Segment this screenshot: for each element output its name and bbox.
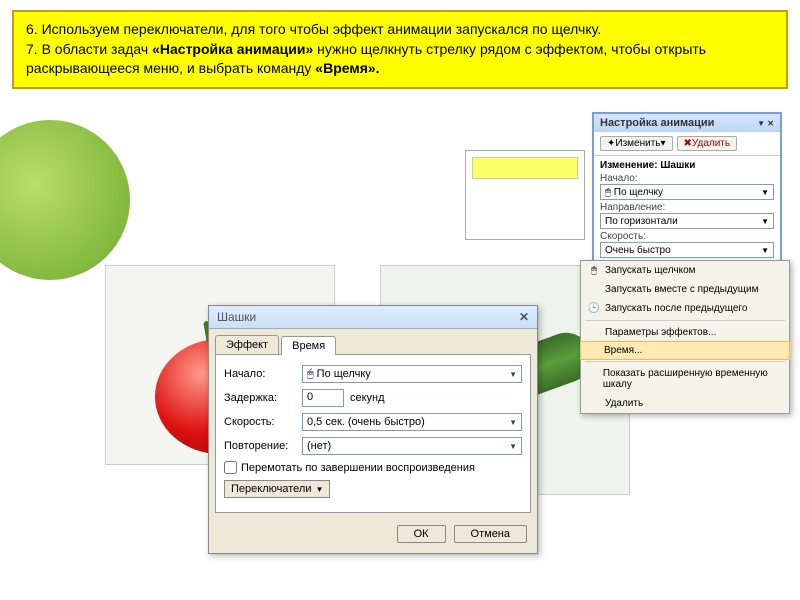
delete-button[interactable]: ✖ Удалить (677, 136, 738, 151)
start-combo[interactable]: 🖱 По щелчку ▼ (302, 365, 522, 383)
thumb-yellow-box (472, 157, 578, 179)
taskpane-title[interactable]: Настройка анимации ▼ ✕ (594, 114, 780, 132)
cabbage-image (0, 120, 130, 280)
tp-dir-label: Направление: (600, 202, 774, 213)
separator (585, 320, 785, 321)
instruction-line-7: 7. В области задач «Настройка анимации» … (26, 40, 774, 79)
tab-effect[interactable]: Эффект (215, 335, 279, 354)
speed-combo[interactable]: 0,5 сек. (очень быстро) ▼ (302, 413, 522, 431)
delay-input[interactable]: 0 (302, 389, 344, 407)
dialog-tabs: Эффект Время (209, 329, 537, 354)
cancel-button[interactable]: Отмена (454, 525, 527, 543)
chevron-down-icon: ▼ (509, 442, 517, 451)
ctx-delete[interactable]: Удалить (581, 394, 789, 413)
tp-start-combo[interactable]: 🖱 По щелчку▼ (600, 184, 774, 200)
ctx-start-with[interactable]: Запускать вместе с предыдущим (581, 280, 789, 299)
tp-speed-label: Скорость: (600, 231, 774, 242)
dialog-title-text: Шашки (217, 310, 256, 324)
rewind-label: Перемотать по завершении воспроизведения (241, 462, 475, 474)
dialog-body: Начало: 🖱 По щелчку ▼ Задержка: 0 секунд… (215, 354, 531, 513)
repeat-combo[interactable]: (нет) ▼ (302, 437, 522, 455)
effect-context-menu: 🖱Запускать щелчком Запускать вместе с пр… (580, 260, 790, 414)
toggles-button[interactable]: Переключатели ▼ (224, 480, 330, 498)
ok-button[interactable]: ОК (397, 525, 446, 543)
timing-dialog: Шашки ✕ Эффект Время Начало: 🖱 По щелчку… (208, 305, 538, 554)
slide-preview-thumb (465, 150, 585, 240)
label-seconds: секунд (350, 392, 385, 404)
tp-start-label: Начало: (600, 173, 774, 184)
mouse-icon: 🖱 (587, 265, 601, 276)
taskpane-toolbar: ✦ Изменить ▾ ✖ Удалить (594, 132, 780, 156)
chevron-down-icon[interactable]: ▼ ✕ (757, 119, 774, 128)
ctx-start-click[interactable]: 🖱Запускать щелчком (581, 261, 789, 280)
rewind-checkbox[interactable] (224, 461, 237, 474)
ctx-start-after[interactable]: 🕒Запускать после предыдущего (581, 299, 789, 318)
dialog-titlebar[interactable]: Шашки ✕ (209, 306, 537, 329)
label-repeat: Повторение: (224, 440, 302, 452)
chevron-down-icon: ▼ (315, 485, 323, 494)
dialog-footer: ОК Отмена (209, 519, 537, 553)
change-button[interactable]: ✦ Изменить ▾ (600, 136, 673, 151)
close-icon[interactable]: ✕ (519, 310, 529, 324)
taskpane-section: Изменение: Шашки Начало: 🖱 По щелчку▼ На… (594, 156, 780, 264)
chevron-down-icon: ▼ (509, 370, 517, 379)
label-delay: Задержка: (224, 392, 302, 404)
tab-time[interactable]: Время (281, 336, 336, 355)
tp-speed-combo[interactable]: Очень быстро▼ (600, 242, 774, 258)
chevron-down-icon: ▼ (509, 418, 517, 427)
separator (585, 361, 785, 362)
label-start: Начало: (224, 368, 302, 380)
rewind-checkbox-row[interactable]: Перемотать по завершении воспроизведения (224, 461, 522, 474)
tp-dir-combo[interactable]: По горизонтали▼ (600, 213, 774, 229)
label-speed: Скорость: (224, 416, 302, 428)
ctx-time[interactable]: Время... (580, 341, 790, 360)
clock-icon: 🕒 (587, 303, 601, 314)
instruction-panel: 6. Используем переключатели, для того чт… (12, 10, 788, 89)
ctx-params[interactable]: Параметры эффектов... (581, 323, 789, 342)
instruction-line-6: 6. Используем переключатели, для того чт… (26, 20, 774, 40)
section-title: Изменение: Шашки (600, 160, 774, 171)
ctx-timeline[interactable]: Показать расширенную временную шкалу (581, 364, 789, 394)
